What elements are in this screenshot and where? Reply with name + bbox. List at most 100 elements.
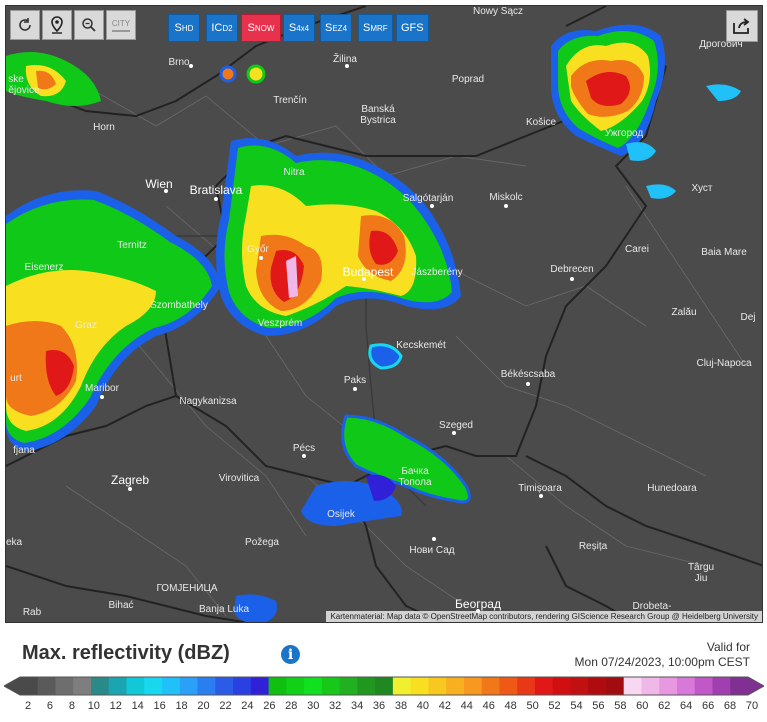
city-label: Nowy Sącz — [472, 6, 524, 17]
scale-tick-label: 60 — [636, 700, 649, 712]
scale-swatch — [126, 677, 145, 695]
scale-tick-label: 34 — [350, 700, 364, 712]
model-sublabel: D2 — [222, 23, 233, 33]
city-marker — [504, 204, 508, 208]
model-button-s4x4[interactable]: S 4x4 — [283, 14, 315, 42]
scale-tick-label: 50 — [526, 700, 539, 712]
city-label: Bratislava — [189, 183, 243, 197]
scale-swatch — [197, 677, 216, 695]
info-icon[interactable]: i — [281, 645, 300, 664]
scale-swatch — [641, 677, 660, 695]
refresh-button[interactable] — [10, 10, 40, 40]
city-label: Veszprém — [257, 318, 303, 329]
scale-swatch — [286, 677, 305, 695]
scale-tick-label: 32 — [329, 700, 342, 712]
refresh-icon — [19, 18, 31, 31]
scale-tick-label: 26 — [263, 700, 276, 712]
city-marker — [526, 382, 530, 386]
legend-title: Max. reflectivity (dBZ) — [22, 642, 230, 664]
model-button-gfs[interactable]: GFS — [396, 14, 429, 42]
scale-swatch — [268, 677, 287, 695]
model-button-sez4[interactable]: S EZ4 — [320, 14, 353, 42]
scale-ticks: 2 6 8 10 12 14 16 18 20 22 24 26 28 30 32 34 36 38 40 42 44 4… — [0, 700, 767, 716]
scale-tick-label: 68 — [723, 700, 737, 712]
scale-swatch — [304, 677, 323, 695]
scale-swatch — [392, 677, 412, 695]
city-label: ГОМЈЕНИЦА — [156, 583, 218, 594]
location-pin-icon — [51, 16, 63, 34]
scale-tick-label: 12 — [109, 700, 122, 712]
share-button[interactable] — [726, 10, 758, 42]
scale-swatch — [623, 677, 643, 695]
city-label: Jászberény — [411, 267, 463, 278]
scale-tick-label: 16 — [153, 700, 166, 712]
scale-swatch — [321, 677, 341, 695]
scale-swatch — [215, 677, 234, 695]
city-label: fjana — [13, 445, 35, 456]
valid-time: Valid for Mon 07/24/2023, 10:00pm CEST — [575, 640, 750, 670]
city-label: Wien — [145, 177, 173, 191]
radar-map[interactable]: Nowy Sącz Дрогобич Brno Žilina Poprad Tr… — [5, 5, 763, 623]
city-label: Timișoara — [518, 483, 562, 494]
scale-tick-label: 66 — [701, 700, 715, 712]
scale-swatch — [730, 677, 749, 695]
scale-swatch — [250, 677, 270, 695]
scale-swatch — [108, 677, 128, 695]
city-toggle-button[interactable]: CITY — [106, 10, 136, 40]
scale-tick-label: 36 — [372, 700, 386, 712]
scale-swatch — [73, 677, 92, 695]
scale-tick-label: 28 — [285, 700, 298, 712]
model-sublabel: NOW — [254, 23, 275, 33]
model-sublabel: EZ4 — [332, 23, 348, 33]
scale-tick-label: 38 — [394, 700, 408, 712]
scale-tick-label: 70 — [745, 700, 759, 712]
scale-right-arrow — [748, 677, 764, 695]
city-label: Reșița — [578, 541, 608, 552]
city-label: Хуст — [691, 183, 713, 194]
scale-swatch — [659, 677, 678, 695]
city-label: Eisenerz — [24, 262, 64, 273]
scale-swatch — [233, 677, 252, 695]
city-label: Debrecen — [550, 264, 594, 275]
zoom-out-icon — [82, 18, 96, 32]
model-label: S — [325, 22, 333, 34]
city-label: Cluj-Napoca — [696, 358, 752, 369]
city-marker — [345, 64, 349, 68]
city-marker — [302, 454, 306, 458]
city-label: Carei — [625, 244, 649, 255]
city-label: ske — [8, 74, 24, 85]
scale-swatch — [179, 677, 199, 695]
city-label: Нови Сад — [409, 545, 455, 556]
model-button-snow[interactable]: S NOW — [241, 14, 281, 42]
scale-tick-label: 2 — [24, 700, 32, 712]
scale-swatch — [552, 677, 572, 695]
city-label: Banja Luka — [198, 604, 250, 615]
scale-tick-label: 8 — [68, 700, 75, 712]
city-label: Trenčín — [273, 95, 307, 106]
scale-swatch — [517, 677, 536, 695]
scale-tick-label: 20 — [197, 700, 210, 712]
model-button-icd2[interactable]: IC D2 — [206, 14, 238, 42]
city-marker — [362, 277, 366, 281]
city-label: Békéscsaba — [500, 369, 556, 380]
scale-swatch — [481, 677, 501, 695]
city-toggle-label: CITY — [111, 18, 131, 28]
city-label: Budapest — [342, 265, 394, 279]
city-label: Salgótarján — [402, 193, 454, 204]
model-button-shd[interactable]: S HD — [168, 14, 200, 42]
city-label: Paks — [343, 375, 367, 386]
city-marker — [189, 64, 193, 68]
scale-swatch — [375, 677, 394, 695]
scale-tick-label: 52 — [548, 700, 561, 712]
zoom-out-button[interactable] — [74, 10, 104, 40]
model-label: S — [174, 22, 182, 34]
model-button-smrf[interactable]: S MRF — [358, 14, 393, 42]
locate-button[interactable] — [42, 10, 72, 40]
model-label: S — [363, 22, 371, 34]
scale-swatch — [570, 677, 589, 695]
model-sublabel: HD — [181, 23, 194, 33]
city-label: Rab — [22, 607, 42, 618]
city-label: Brno — [168, 57, 190, 68]
scale-swatch — [410, 677, 429, 695]
city-label: ějovice — [8, 85, 40, 96]
